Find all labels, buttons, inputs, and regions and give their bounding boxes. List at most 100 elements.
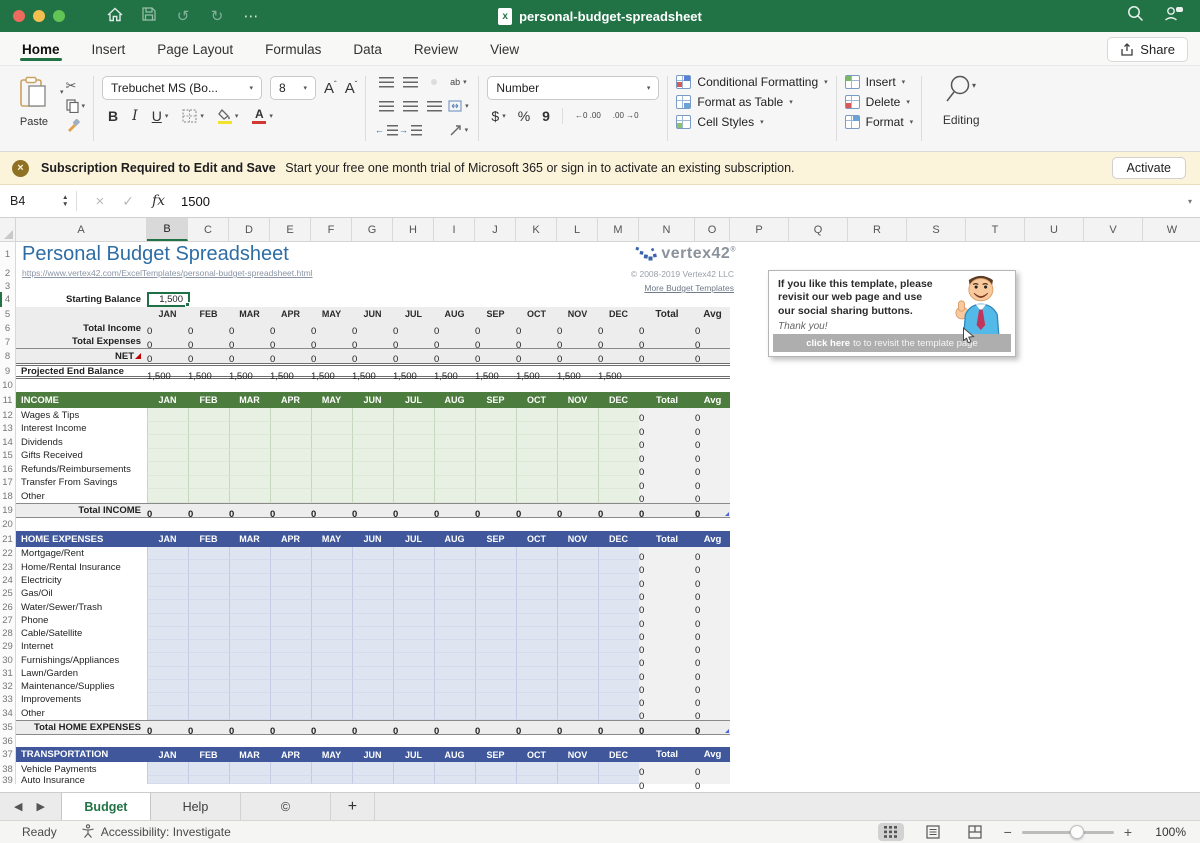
cell[interactable]	[229, 762, 270, 776]
month-header[interactable]: JUN	[352, 531, 393, 547]
cell[interactable]	[188, 600, 229, 614]
redo-icon[interactable]: ↻	[207, 7, 227, 25]
cell[interactable]	[147, 449, 188, 462]
cell[interactable]	[311, 667, 352, 680]
item-label[interactable]: Internet	[16, 640, 147, 653]
format-cells-button[interactable]: Format▾	[845, 115, 914, 129]
summary-label[interactable]: Total Income	[16, 321, 147, 335]
cell[interactable]: 1,500	[188, 366, 229, 376]
font-size-select[interactable]: 8 ▾	[270, 76, 316, 100]
cell[interactable]	[598, 449, 639, 462]
cell[interactable]	[270, 560, 311, 574]
copy-icon[interactable]: ▾	[66, 99, 86, 113]
cell[interactable]	[598, 560, 639, 574]
cell[interactable]	[311, 776, 352, 784]
cell[interactable]	[270, 547, 311, 560]
cell[interactable]: 0	[639, 321, 695, 335]
cell[interactable]	[475, 547, 516, 560]
cell[interactable]: 1,500	[147, 366, 188, 376]
cell[interactable]: 0	[311, 321, 352, 335]
cell[interactable]: 0	[352, 335, 393, 348]
cell[interactable]	[147, 600, 188, 614]
total-header[interactable]: Total	[639, 747, 695, 762]
month-header[interactable]: JAN	[147, 531, 188, 547]
cell[interactable]: 0	[639, 476, 695, 489]
cell[interactable]	[188, 667, 229, 680]
cell[interactable]	[311, 574, 352, 587]
cell[interactable]	[434, 776, 475, 784]
cell[interactable]: 0	[475, 321, 516, 335]
row-header-37[interactable]: 37	[0, 747, 16, 762]
cell[interactable]	[270, 614, 311, 627]
row-header-3[interactable]: 3	[0, 280, 16, 292]
increase-decimal-button[interactable]: ←0 .00	[575, 112, 601, 121]
month-header[interactable]: FEB	[188, 307, 229, 321]
cell[interactable]	[557, 680, 598, 693]
cell[interactable]	[311, 627, 352, 640]
cell[interactable]	[188, 476, 229, 489]
cell[interactable]	[557, 776, 598, 784]
row-header-11[interactable]: 11	[0, 392, 16, 408]
editing-button[interactable]: ▾ Editing	[922, 66, 1000, 151]
item-label[interactable]: Electricity	[16, 574, 147, 587]
cell[interactable]	[434, 435, 475, 449]
cell[interactable]	[475, 476, 516, 489]
cell[interactable]: 0	[434, 504, 475, 517]
cell[interactable]	[229, 462, 270, 476]
ribbon-tab-home[interactable]: Home	[20, 34, 62, 63]
cell[interactable]	[352, 640, 393, 653]
cell[interactable]	[393, 560, 434, 574]
cell[interactable]	[598, 706, 639, 720]
item-label[interactable]: Auto Insurance	[16, 776, 147, 784]
cell[interactable]	[188, 614, 229, 627]
cell[interactable]	[639, 366, 695, 376]
cell[interactable]	[147, 614, 188, 627]
month-header[interactable]: DEC	[598, 531, 639, 547]
cell[interactable]	[147, 476, 188, 489]
row-header-26[interactable]: 26	[0, 600, 16, 614]
cell[interactable]	[229, 476, 270, 489]
cell[interactable]: 0	[695, 667, 730, 680]
cell[interactable]	[352, 574, 393, 587]
cell[interactable]	[598, 653, 639, 667]
column-header-L[interactable]: L	[557, 218, 598, 241]
paste-chevron-icon[interactable]: ▾	[60, 88, 64, 143]
month-header[interactable]: MAY	[311, 392, 352, 408]
total-header[interactable]: Total	[639, 307, 695, 321]
cell[interactable]: 0	[639, 640, 695, 653]
cell[interactable]	[434, 547, 475, 560]
cell[interactable]: 0	[598, 321, 639, 335]
column-header-K[interactable]: K	[516, 218, 557, 241]
cell[interactable]	[516, 422, 557, 435]
cell[interactable]: 0	[434, 721, 475, 734]
cell[interactable]	[557, 547, 598, 560]
cell[interactable]	[475, 614, 516, 627]
cell[interactable]	[270, 449, 311, 462]
row-header-15[interactable]: 15	[0, 449, 16, 462]
row-header-23[interactable]: 23	[0, 560, 16, 574]
cell[interactable]	[147, 680, 188, 693]
cell[interactable]	[557, 489, 598, 503]
cell[interactable]	[188, 706, 229, 720]
month-header[interactable]: SEP	[475, 392, 516, 408]
month-header[interactable]: MAY	[311, 531, 352, 547]
item-label[interactable]: Lawn/Garden	[16, 667, 147, 680]
cell[interactable]	[270, 422, 311, 435]
cell[interactable]	[229, 680, 270, 693]
cell[interactable]	[229, 587, 270, 600]
cell[interactable]: 0	[229, 335, 270, 348]
cell[interactable]	[147, 706, 188, 720]
item-label[interactable]: Cable/Satellite	[16, 627, 147, 640]
cell[interactable]	[188, 547, 229, 560]
item-label[interactable]: Mortgage/Rent	[16, 547, 147, 560]
cell[interactable]: 0	[598, 504, 639, 517]
cell[interactable]: 1,500	[434, 366, 475, 376]
cell[interactable]	[393, 640, 434, 653]
cell[interactable]	[311, 587, 352, 600]
cell[interactable]: 0	[147, 504, 188, 517]
cell[interactable]	[270, 680, 311, 693]
increase-font-size-icon[interactable]: Aˆ	[324, 80, 337, 97]
cell[interactable]: 0	[352, 349, 393, 363]
cell[interactable]	[393, 547, 434, 560]
cell[interactable]	[475, 693, 516, 706]
